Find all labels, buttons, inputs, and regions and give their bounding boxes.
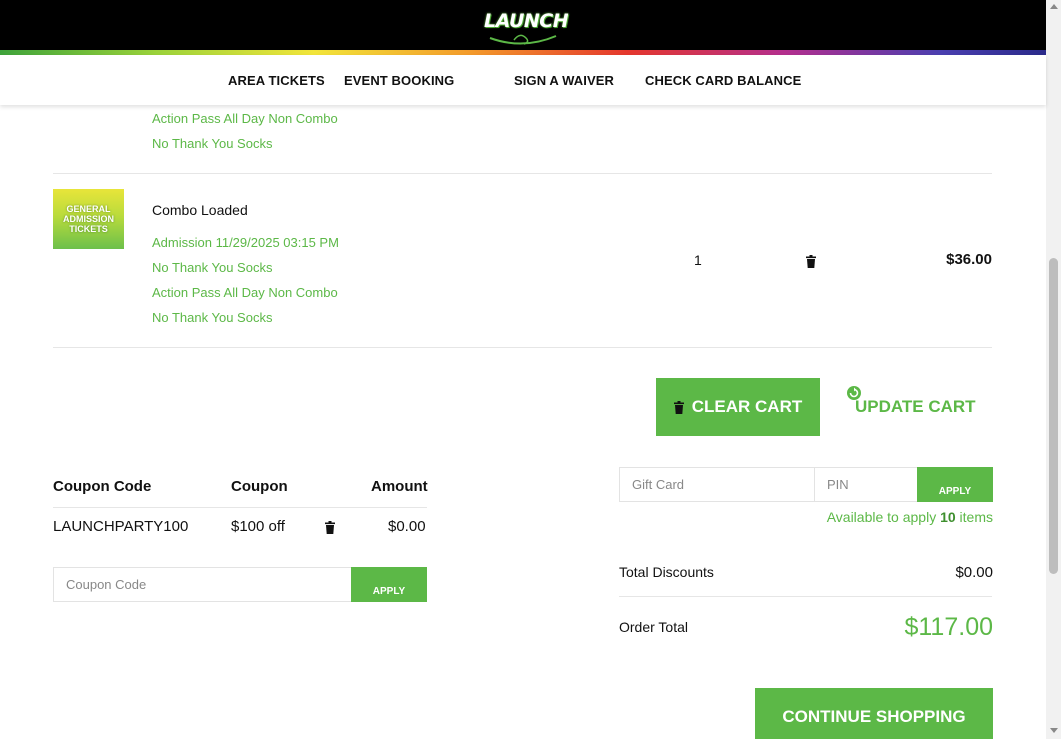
continue-shopping-button[interactable]: CONTINUE SHOPPING <box>755 688 993 739</box>
item-option: Action Pass All Day Non Combo <box>152 285 338 300</box>
coupon-code-input[interactable]: Coupon Code <box>53 567 352 602</box>
coupon-code-header: Coupon Code <box>53 478 152 495</box>
apply-gift-card-button[interactable]: APPLY <box>917 467 993 502</box>
clear-cart-label: CLEAR CART <box>691 397 803 416</box>
nav-check-card-balance[interactable]: CHECK CARD BALANCE <box>645 73 801 88</box>
nav-event-booking[interactable]: EVENT BOOKING <box>344 73 454 88</box>
row-divider <box>53 173 992 174</box>
prev-item-option: No Thank You Socks <box>152 136 273 151</box>
gift-card-input[interactable]: Gift Card <box>619 467 815 502</box>
total-discounts-label: Total Discounts <box>619 564 714 580</box>
coupon-divider <box>53 507 427 508</box>
available-count: 10 <box>940 509 956 525</box>
order-total-label: Order Total <box>619 619 688 635</box>
totals-divider <box>619 596 992 597</box>
item-quantity[interactable]: 1 <box>694 252 702 268</box>
trash-icon <box>673 400 684 414</box>
clear-cart-button[interactable]: CLEAR CART <box>656 378 820 436</box>
item-name: Combo Loaded <box>152 202 248 218</box>
coupon-header: Coupon <box>231 478 288 495</box>
item-thumbnail: GENERAL ADMISSION TICKETS <box>53 189 124 249</box>
coupon-code-value: LAUNCHPARTY100 <box>53 518 189 535</box>
nav-sign-a-waiver[interactable]: SIGN A WAIVER <box>514 73 614 88</box>
amount-header: Amount <box>371 478 428 495</box>
coupon-amount-value: $0.00 <box>388 518 426 535</box>
row-divider <box>53 347 992 348</box>
prev-item-option: Action Pass All Day Non Combo <box>152 111 338 126</box>
available-to-apply-text: Available to apply 10 items <box>827 509 993 525</box>
top-header: LAUNCH <box>0 0 1046 50</box>
coupon-value: $100 off <box>231 518 285 535</box>
scrollbar-thumb[interactable] <box>1049 258 1058 574</box>
available-prefix: Available to apply <box>826 509 937 525</box>
pin-input[interactable]: PIN <box>814 467 918 502</box>
update-cart-button[interactable]: UPDATE CART <box>855 397 976 417</box>
remove-coupon-trash-icon[interactable] <box>325 521 335 534</box>
nav-area-tickets[interactable]: AREA TICKETS <box>228 73 325 88</box>
launch-logo[interactable]: LAUNCH <box>484 8 569 46</box>
scroll-up-arrow-icon[interactable] <box>1050 4 1058 9</box>
apply-coupon-button[interactable]: APPLY <box>351 567 427 602</box>
total-discounts-value: $0.00 <box>955 564 993 581</box>
item-option: Admission 11/29/2025 03:15 PM <box>152 235 339 250</box>
order-total-value: $117.00 <box>904 613 993 641</box>
item-option: No Thank You Socks <box>152 310 273 325</box>
item-price: $36.00 <box>946 251 992 268</box>
thumbnail-text: GENERAL ADMISSION TICKETS <box>62 204 114 234</box>
available-suffix: items <box>959 509 993 525</box>
main-nav: AREA TICKETS EVENT BOOKING SIGN A WAIVER… <box>0 55 1046 105</box>
cart-page: LAUNCH AREA TICKETS EVENT BOOKING SIGN A… <box>0 0 1061 739</box>
scroll-down-arrow-icon[interactable] <box>1050 728 1058 733</box>
remove-item-trash-icon[interactable] <box>806 255 816 268</box>
logo-swoosh-icon <box>489 34 557 45</box>
item-option: No Thank You Socks <box>152 260 273 275</box>
